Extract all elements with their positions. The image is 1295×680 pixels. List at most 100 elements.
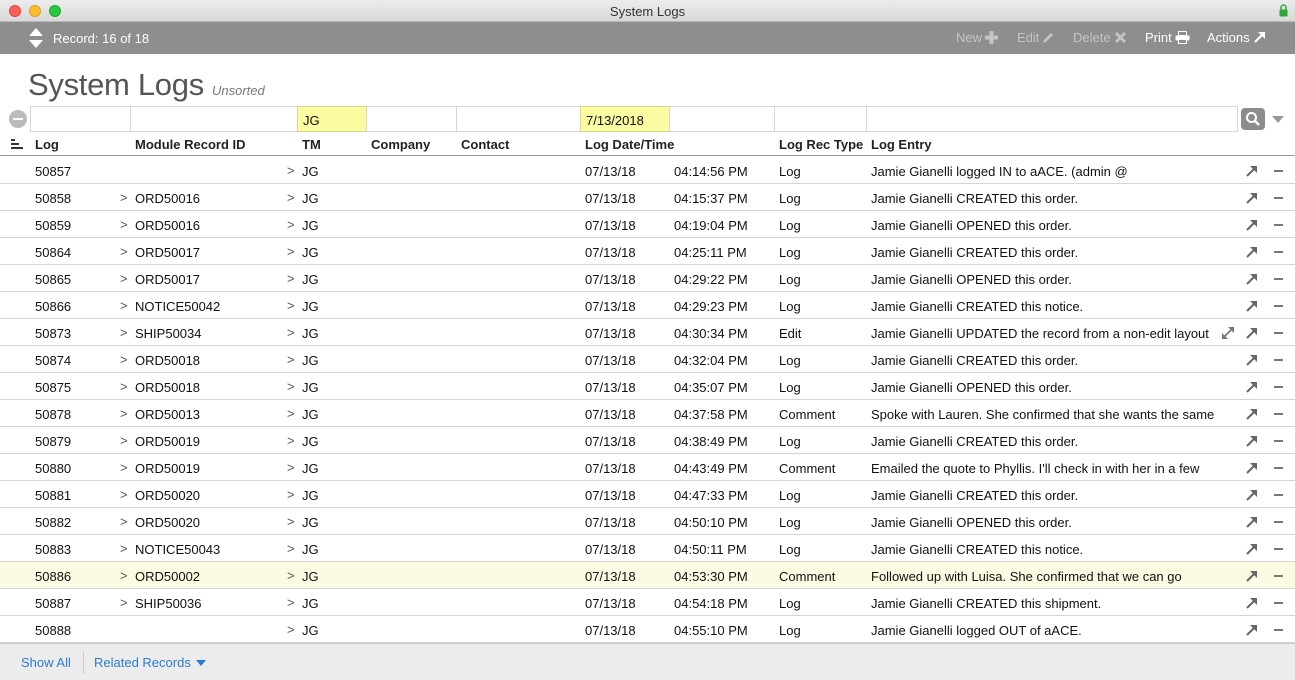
related-records-link[interactable]: Related Records [94,655,191,670]
remove-row-icon[interactable] [1274,197,1283,199]
go-to-record-icon[interactable] [1245,326,1259,340]
table-row[interactable]: 50864 > ORD50017 > JG 07/13/18 04:25:11 PM Log J… [0,238,1295,265]
module-link-chevron-icon[interactable]: > [120,460,128,475]
remove-row-icon[interactable] [1274,629,1283,631]
go-to-record-icon[interactable] [1245,218,1259,232]
record-nav-arrows-icon[interactable] [28,27,44,49]
column-header-company[interactable]: Company [371,137,430,152]
tm-link-chevron-icon[interactable]: > [287,163,295,178]
table-row[interactable]: 50880 > ORD50019 > JG 07/13/18 04:43:49 PM Comm… [0,454,1295,481]
table-row[interactable]: 50879 > ORD50019 > JG 07/13/18 04:38:49 PM Log J… [0,427,1295,454]
go-to-record-icon[interactable] [1245,245,1259,259]
tm-link-chevron-icon[interactable]: > [287,298,295,313]
tm-link-chevron-icon[interactable]: > [287,190,295,205]
column-header-tm[interactable]: TM [302,137,321,152]
tm-link-chevron-icon[interactable]: > [287,271,295,286]
remove-row-icon[interactable] [1274,548,1283,550]
find-module-record-id-input[interactable] [130,106,298,132]
table-row[interactable]: 50878 > ORD50013 > JG 07/13/18 04:37:58 PM Comm… [0,400,1295,427]
expand-entry-icon[interactable] [1220,325,1236,341]
remove-row-icon[interactable] [1274,386,1283,388]
new-button[interactable]: New [956,30,999,45]
remove-row-icon[interactable] [1274,494,1283,496]
search-button[interactable] [1241,108,1265,130]
table-row[interactable]: 50866 > NOTICE50042 > JG 07/13/18 04:29:23 PM L… [0,292,1295,319]
tm-link-chevron-icon[interactable]: > [287,568,295,583]
remove-row-icon[interactable] [1274,251,1283,253]
go-to-record-icon[interactable] [1245,191,1259,205]
go-to-record-icon[interactable] [1245,515,1259,529]
sort-icon[interactable] [11,139,23,149]
remove-row-icon[interactable] [1274,467,1283,469]
show-all-link[interactable]: Show All [21,655,71,670]
table-row[interactable]: 50888 > JG 07/13/18 04:55:10 PM Log Jamie Gian… [0,616,1295,643]
remove-row-icon[interactable] [1274,278,1283,280]
module-link-chevron-icon[interactable]: > [120,379,128,394]
column-header-contact[interactable]: Contact [461,137,509,152]
column-header-log[interactable]: Log [35,137,59,152]
remove-row-icon[interactable] [1274,440,1283,442]
module-link-chevron-icon[interactable]: > [120,352,128,367]
module-link-chevron-icon[interactable]: > [120,271,128,286]
table-row[interactable]: 50882 > ORD50020 > JG 07/13/18 04:50:10 PM Log J… [0,508,1295,535]
table-row[interactable]: 50875 > ORD50018 > JG 07/13/18 04:35:07 PM Log J… [0,373,1295,400]
table-row[interactable]: 50886 > ORD50002 > JG 07/13/18 04:53:30 PM Comm… [0,562,1295,589]
table-row[interactable]: 50874 > ORD50018 > JG 07/13/18 04:32:04 PM Log J… [0,346,1295,373]
tm-link-chevron-icon[interactable]: > [287,622,295,637]
go-to-record-icon[interactable] [1245,623,1259,637]
column-header-log-rec-type[interactable]: Log Rec Type [779,137,863,152]
tm-link-chevron-icon[interactable]: > [287,514,295,529]
tm-link-chevron-icon[interactable]: > [287,244,295,259]
find-company-input[interactable] [366,106,457,132]
table-row[interactable]: 50883 > NOTICE50043 > JG 07/13/18 04:50:11 PM L… [0,535,1295,562]
clear-find-icon[interactable] [9,110,27,128]
find-log-time-input[interactable] [669,106,775,132]
tm-link-chevron-icon[interactable]: > [287,406,295,421]
module-link-chevron-icon[interactable]: > [120,568,128,583]
tm-link-chevron-icon[interactable]: > [287,487,295,502]
tm-link-chevron-icon[interactable]: > [287,541,295,556]
remove-row-icon[interactable] [1274,332,1283,334]
table-row[interactable]: 50887 > SHIP50036 > JG 07/13/18 04:54:18 PM Log… [0,589,1295,616]
table-row[interactable]: 50857 > JG 07/13/18 04:14:56 PM Log Jamie Gian… [0,157,1295,184]
column-header-log-datetime[interactable]: Log Date/Time [585,137,674,152]
table-row[interactable]: 50859 > ORD50016 > JG 07/13/18 04:19:04 PM Log J… [0,211,1295,238]
go-to-record-icon[interactable] [1245,542,1259,556]
remove-row-icon[interactable] [1274,170,1283,172]
go-to-record-icon[interactable] [1245,164,1259,178]
delete-button[interactable]: Delete [1073,30,1127,45]
go-to-record-icon[interactable] [1245,434,1259,448]
tm-link-chevron-icon[interactable]: > [287,352,295,367]
module-link-chevron-icon[interactable]: > [120,217,128,232]
go-to-record-icon[interactable] [1245,380,1259,394]
tm-link-chevron-icon[interactable]: > [287,325,295,340]
tm-link-chevron-icon[interactable]: > [287,595,295,610]
remove-row-icon[interactable] [1274,575,1283,577]
edit-button[interactable]: Edit [1017,30,1055,45]
module-link-chevron-icon[interactable]: > [120,298,128,313]
go-to-record-icon[interactable] [1245,461,1259,475]
remove-row-icon[interactable] [1274,521,1283,523]
module-link-chevron-icon[interactable]: > [120,406,128,421]
module-link-chevron-icon[interactable]: > [120,190,128,205]
remove-row-icon[interactable] [1274,224,1283,226]
tm-link-chevron-icon[interactable]: > [287,217,295,232]
module-link-chevron-icon[interactable]: > [120,244,128,259]
column-header-log-entry[interactable]: Log Entry [871,137,932,152]
module-link-chevron-icon[interactable]: > [120,541,128,556]
module-link-chevron-icon[interactable]: > [120,514,128,529]
related-records-caret-icon[interactable] [196,660,206,666]
go-to-record-icon[interactable] [1245,488,1259,502]
module-link-chevron-icon[interactable]: > [120,595,128,610]
module-link-chevron-icon[interactable]: > [120,325,128,340]
module-link-chevron-icon[interactable]: > [120,487,128,502]
find-log-date-input[interactable] [580,106,670,132]
find-log-input[interactable] [30,106,131,132]
table-row[interactable]: 50873 > SHIP50034 > JG 07/13/18 04:30:34 PM Edi… [0,319,1295,346]
find-tm-input[interactable] [297,106,367,132]
module-link-chevron-icon[interactable]: > [120,433,128,448]
go-to-record-icon[interactable] [1245,272,1259,286]
tm-link-chevron-icon[interactable]: > [287,379,295,394]
find-options-caret-icon[interactable] [1272,116,1284,123]
find-log-entry-input[interactable] [866,106,1238,132]
